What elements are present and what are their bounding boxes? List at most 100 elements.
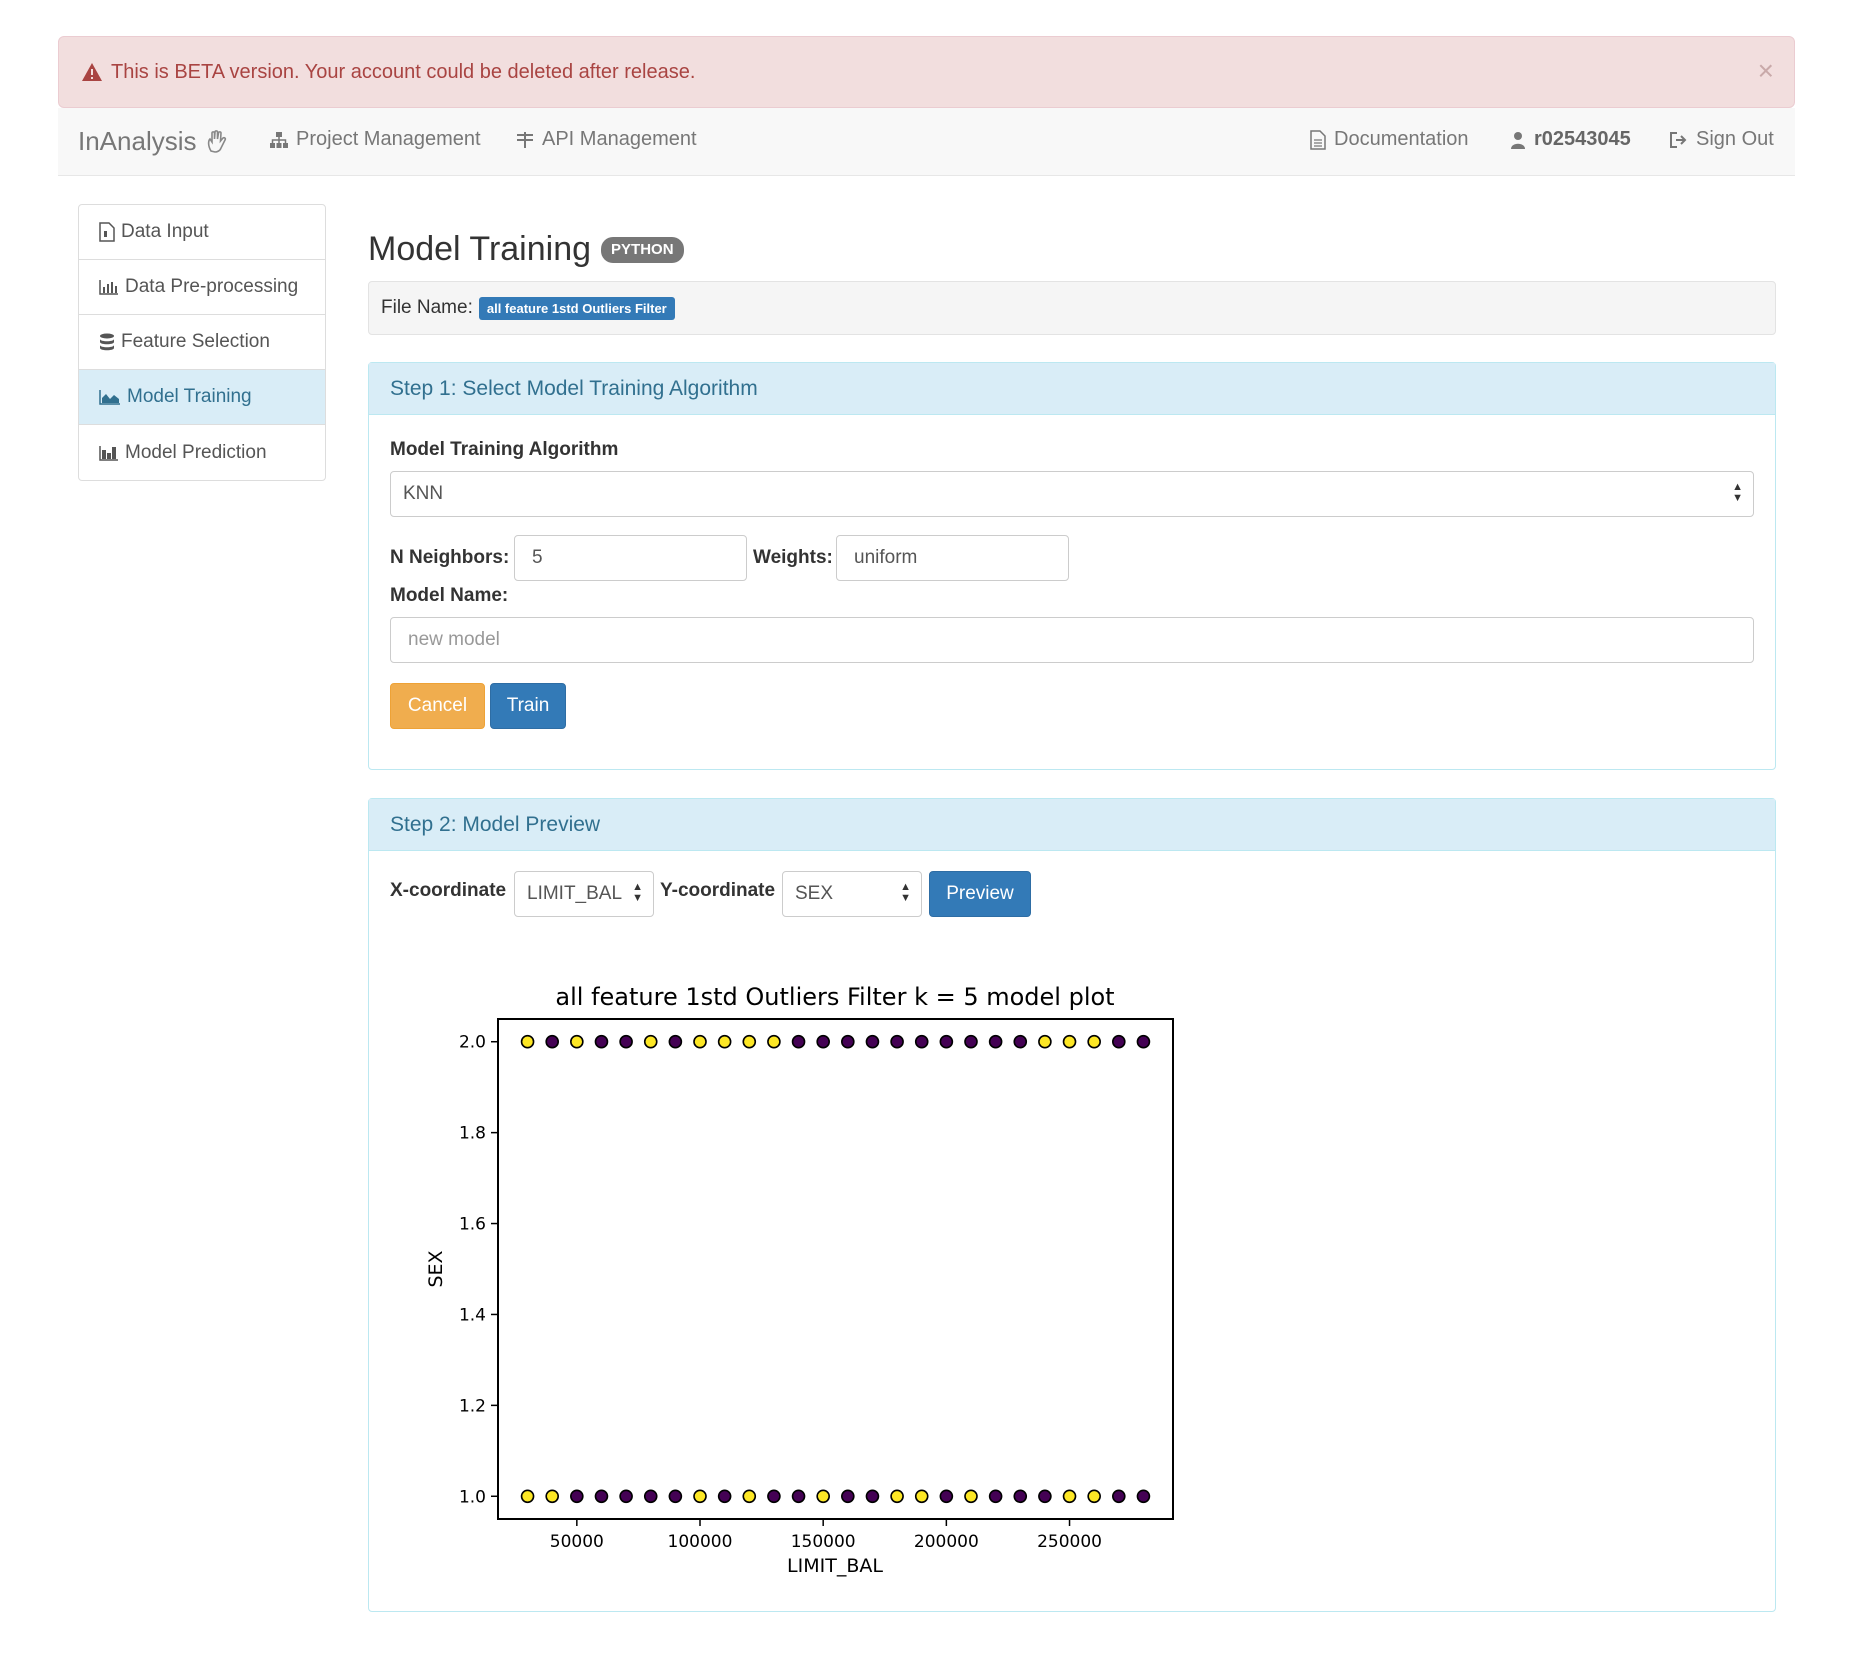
sign-out-icon <box>1670 131 1687 148</box>
scatter-point <box>693 1489 707 1504</box>
scatter-point <box>1038 1489 1052 1504</box>
x-coordinate-value: LIMIT_BAL <box>527 883 623 904</box>
model-plot-svg: all feature 1std Outliers Filter k = 5 m… <box>425 983 1174 1577</box>
x-axis-ticks: 50000 100000 150000 200000 250000 <box>550 1519 1102 1552</box>
model-plot: all feature 1std Outliers Filter k = 5 m… <box>420 975 1200 1595</box>
nav-project-management[interactable]: Project Management <box>270 128 481 151</box>
sitemap-icon <box>270 131 288 148</box>
brand[interactable]: InAnalysis <box>78 126 231 157</box>
scatter-point <box>1136 1489 1151 1504</box>
nav-user[interactable]: r02543045 <box>1510 128 1631 151</box>
y-tick-label: 1.2 <box>459 1396 486 1416</box>
scatter-point <box>668 1034 683 1049</box>
nav-documentation[interactable]: Documentation <box>1310 128 1469 151</box>
y-tick-label: 1.8 <box>459 1124 486 1144</box>
algorithm-select[interactable]: KNN ▲ ▼ <box>390 471 1754 517</box>
scatter-point <box>816 1489 830 1504</box>
scatter-point <box>1062 1034 1077 1049</box>
scatter-point <box>717 1034 732 1049</box>
sidebar-item-data-input[interactable]: Data Input <box>79 205 325 260</box>
scatter-point <box>520 1489 535 1504</box>
file-icon <box>99 222 115 242</box>
sidebar: Data Input Data Pre-processing Feature S… <box>78 204 326 481</box>
preview-button[interactable]: Preview <box>929 871 1031 917</box>
sliders-icon <box>517 131 533 148</box>
scatter-point <box>1087 1489 1101 1504</box>
file-name-badge: all feature 1std Outliers Filter <box>478 296 675 320</box>
username: r02543045 <box>1534 128 1631 150</box>
page-title: Model Training PYTHON <box>368 230 684 269</box>
algorithm-label: Model Training Algorithm <box>390 439 619 460</box>
scatter-point <box>939 1034 954 1049</box>
scatter-point <box>643 1489 658 1504</box>
close-icon[interactable]: × <box>1758 57 1774 85</box>
user-icon <box>1511 131 1525 149</box>
y-axis-ticks: 1.0 1.2 1.4 1.6 1.8 2.0 <box>459 1033 498 1507</box>
beta-alert: This is BETA version. Your account could… <box>58 36 1795 108</box>
model-name-placeholder: new model <box>408 629 500 650</box>
nav-label: Sign Out <box>1696 128 1774 150</box>
scatter-point <box>791 1489 806 1504</box>
scatter-point <box>1112 1034 1126 1049</box>
x-tick-label: 250000 <box>1037 1532 1102 1552</box>
y-tick-label: 1.6 <box>459 1215 486 1235</box>
y-axis-label: SEX <box>425 1250 447 1287</box>
x-tick-label: 50000 <box>550 1532 604 1552</box>
scatter-point <box>545 1034 559 1049</box>
nav-label: Documentation <box>1334 128 1469 150</box>
y-coordinate-value: SEX <box>795 883 834 904</box>
scatter-point <box>841 1034 855 1049</box>
chart-title: all feature 1std Outliers Filter k = 5 m… <box>555 983 1114 1011</box>
scatter-point <box>767 1489 781 1504</box>
sidebar-item-label: Data Input <box>121 221 209 242</box>
scatter-point <box>643 1034 658 1049</box>
database-icon <box>100 333 114 351</box>
cancel-button[interactable]: Cancel <box>390 683 485 729</box>
scatter-point <box>1038 1034 1052 1049</box>
y-tick-label: 1.4 <box>459 1305 486 1325</box>
nav-label: API Management <box>542 128 697 150</box>
brand-name: InAnalysis <box>78 126 197 156</box>
scatter-point <box>939 1489 954 1504</box>
bar-chart-icon <box>99 280 118 295</box>
scatter-point <box>520 1034 535 1049</box>
y-coordinate-label: Y-coordinate <box>660 880 776 901</box>
x-coordinate-select[interactable]: LIMIT_BAL ▲ ▼ <box>514 871 654 917</box>
scatter-point <box>742 1489 757 1504</box>
sidebar-item-label: Feature Selection <box>121 331 270 352</box>
scatter-point <box>1112 1489 1126 1504</box>
scatter-point <box>1013 1489 1028 1504</box>
nav-sign-out[interactable]: Sign Out <box>1670 128 1774 151</box>
step1-heading: Step 1: Select Model Training Algorithm <box>369 363 1775 415</box>
scatter-point <box>742 1034 757 1049</box>
nav-api-management[interactable]: API Management <box>516 128 697 151</box>
scatter-point <box>988 1034 1003 1049</box>
sidebar-item-model-prediction[interactable]: Model Prediction <box>79 425 325 480</box>
step2-heading: Step 2: Model Preview <box>369 799 1775 851</box>
model-name-input[interactable]: new model <box>390 617 1754 663</box>
select-arrows-icon: ▲ ▼ <box>900 881 911 904</box>
train-button[interactable]: Train <box>490 683 566 729</box>
scatter-point <box>767 1034 781 1049</box>
y-tick-label: 1.0 <box>459 1487 486 1507</box>
sidebar-item-data-pre-processing[interactable]: Data Pre-processing <box>79 260 325 315</box>
algorithm-value: KNN <box>403 483 444 504</box>
scatter-point <box>964 1489 978 1504</box>
language-badge: PYTHON <box>601 236 684 263</box>
sidebar-item-feature-selection[interactable]: Feature Selection <box>79 315 325 370</box>
nav-label: Project Management <box>296 128 481 150</box>
scatter-point <box>668 1489 683 1504</box>
scatter-point <box>693 1034 707 1049</box>
y-coordinate-select[interactable]: SEX ▲ ▼ <box>782 871 922 917</box>
scatter-point <box>594 1489 609 1504</box>
scatter-point <box>865 1489 880 1504</box>
scatter-point <box>914 1034 929 1049</box>
weights-label: Weights: <box>753 547 833 568</box>
sidebar-item-model-training[interactable]: Model Training <box>79 370 325 425</box>
weights-input[interactable]: uniform <box>836 535 1069 581</box>
scatter-point <box>791 1034 806 1049</box>
x-coordinate-label: X-coordinate <box>390 880 507 901</box>
file-name-bar: File Name: all feature 1std Outliers Fil… <box>368 281 1776 335</box>
neighbors-input[interactable]: 5 <box>514 535 747 581</box>
plot-frame <box>497 1018 1174 1520</box>
